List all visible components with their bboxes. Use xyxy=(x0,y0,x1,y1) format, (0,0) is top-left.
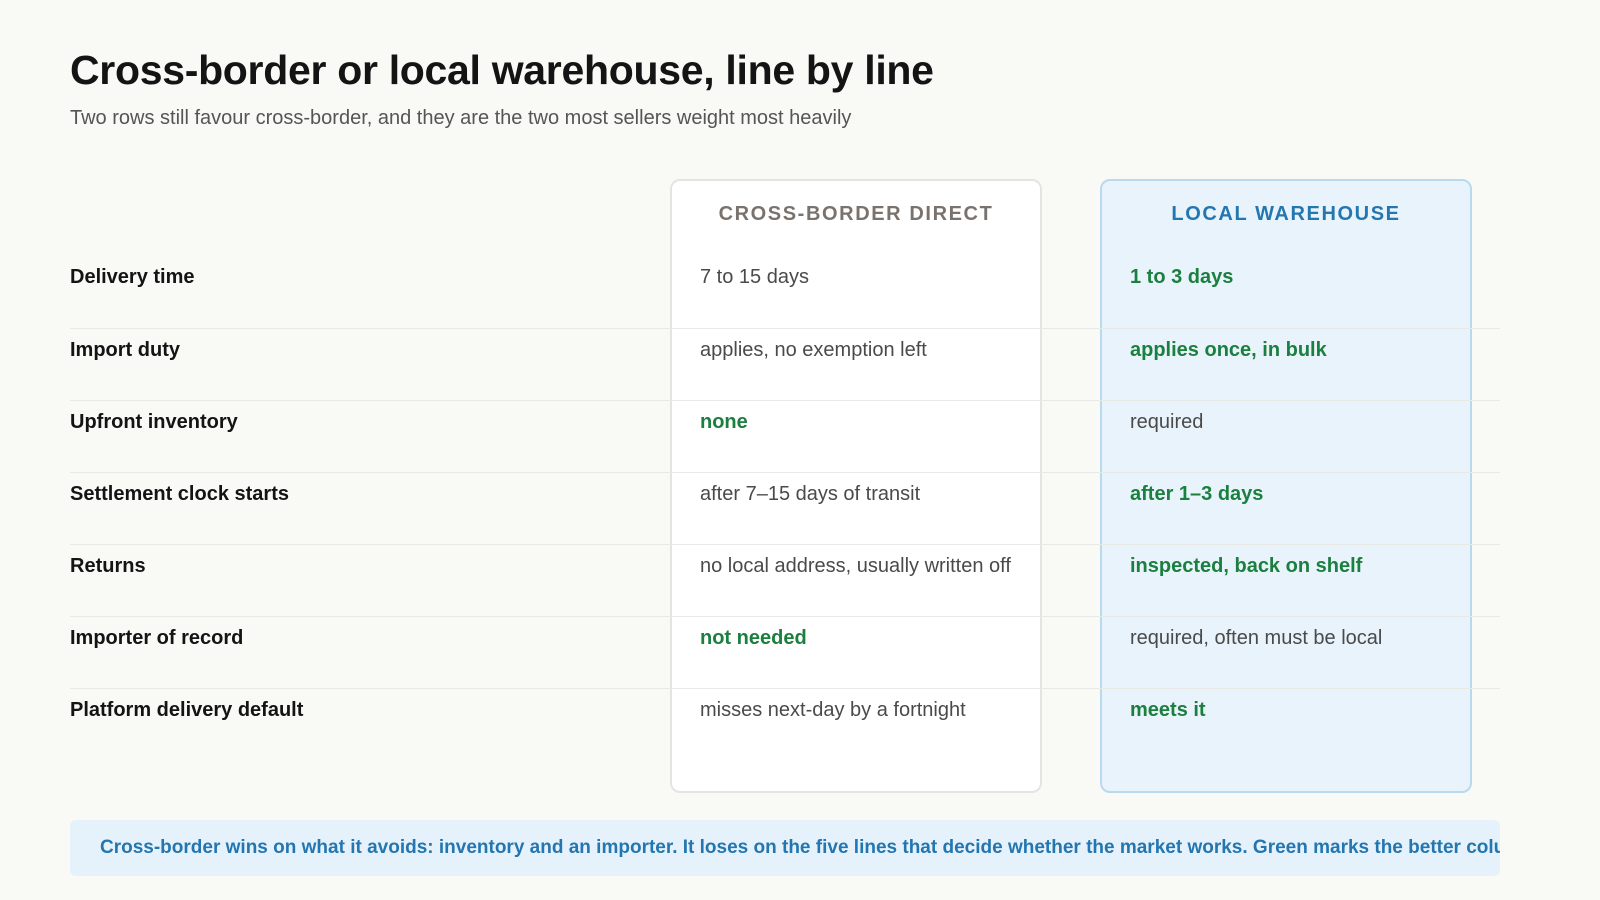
row-label: Importer of record xyxy=(70,627,244,649)
cross-border-cell: applies, no exemption left xyxy=(700,339,927,361)
comparison-row: Settlement clock starts after 7–15 days … xyxy=(70,472,1500,544)
local-warehouse-column-header: LOCAL WAREHOUSE xyxy=(1171,203,1401,225)
comparison-row: Delivery time 7 to 15 days 1 to 3 days xyxy=(70,256,1500,328)
page-subtitle: Two rows still favour cross-border, and … xyxy=(70,107,852,129)
comparison-row: Importer of record not needed required, … xyxy=(70,616,1500,688)
row-label: Settlement clock starts xyxy=(70,483,289,505)
page-title: Cross-border or local warehouse, line by… xyxy=(70,47,934,93)
cross-border-cell: no local address, usually written off xyxy=(700,555,1011,577)
comparison-row: Platform delivery default misses next-da… xyxy=(70,688,1500,760)
row-label: Returns xyxy=(70,555,146,577)
row-label: Import duty xyxy=(70,339,180,361)
row-label: Delivery time xyxy=(70,266,195,288)
summary-note: Cross-border wins on what it avoids: inv… xyxy=(70,820,1500,876)
summary-note-text: Cross-border wins on what it avoids: inv… xyxy=(100,837,1500,858)
cross-border-cell: 7 to 15 days xyxy=(700,266,809,288)
cross-border-cell: misses next-day by a fortnight xyxy=(700,699,966,721)
local-warehouse-cell: required xyxy=(1130,411,1204,433)
cross-border-cell: not needed xyxy=(700,627,807,649)
comparison-row: Import duty applies, no exemption left a… xyxy=(70,328,1500,400)
local-warehouse-cell: after 1–3 days xyxy=(1130,483,1264,505)
local-warehouse-cell: meets it xyxy=(1130,699,1206,721)
cross-border-column-header: CROSS-BORDER DIRECT xyxy=(718,203,994,225)
local-warehouse-cell: 1 to 3 days xyxy=(1130,266,1234,288)
row-label: Upfront inventory xyxy=(70,411,238,433)
cross-border-cell: after 7–15 days of transit xyxy=(700,483,921,505)
row-label: Platform delivery default xyxy=(70,699,304,721)
local-warehouse-cell: inspected, back on shelf xyxy=(1130,555,1363,577)
local-warehouse-cell: required, often must be local xyxy=(1130,627,1383,649)
comparison-row: Upfront inventory none required xyxy=(70,400,1500,472)
comparison-row: Returns no local address, usually writte… xyxy=(70,544,1500,616)
local-warehouse-cell: applies once, in bulk xyxy=(1130,339,1327,361)
cross-border-cell: none xyxy=(700,411,748,433)
